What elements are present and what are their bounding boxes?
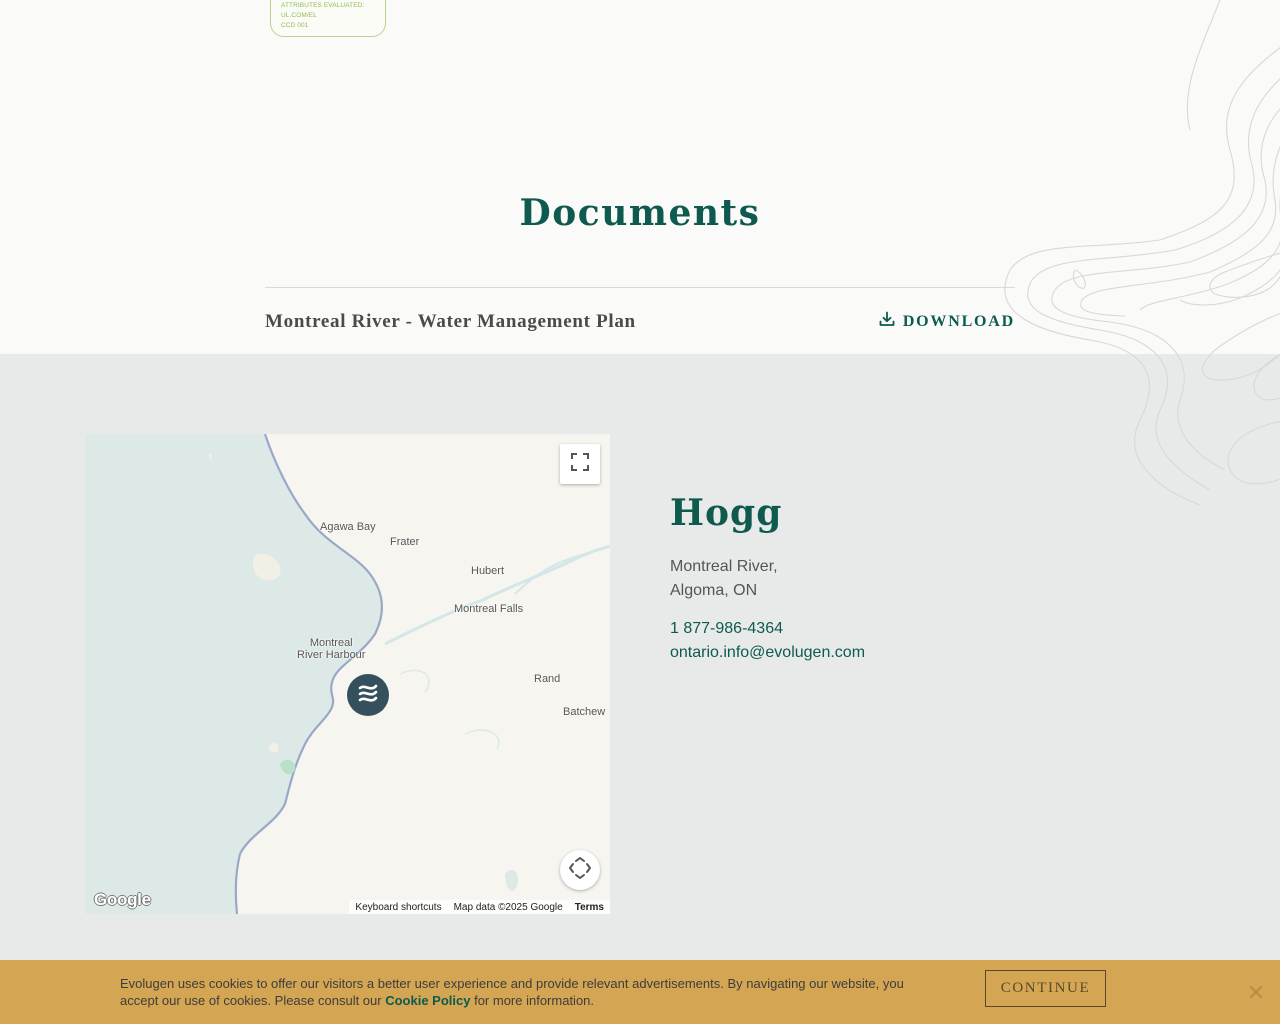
map-base [85,434,610,914]
map-label: Frater [390,536,420,548]
cookie-policy-link[interactable]: Cookie Policy [385,993,470,1008]
location-marker[interactable] [347,674,389,716]
cookie-banner: Evolugen uses cookies to offer our visit… [0,960,1280,1024]
phone-link[interactable]: 1 877-986-4364 [670,620,783,638]
cookie-text-end: for more information. [470,993,595,1008]
continue-button[interactable]: CONTINUE [985,970,1106,1007]
map-data-text: Map data ©2025 Google [453,901,563,913]
map[interactable]: Agawa Bay Frater Hubert Montreal Falls M… [85,434,610,914]
google-logo: Google [94,890,151,909]
download-icon [879,311,895,332]
location-address: Montreal River, Algoma, ON [670,555,778,603]
map-fullscreen-button[interactable] [560,444,600,484]
download-label: DOWNLOAD [902,312,1015,330]
map-attribution: Keyboard shortcuts Map data ©2025 Google… [349,900,610,914]
close-icon[interactable] [1247,983,1265,1001]
cookie-message: Evolugen uses cookies to offer our visit… [120,975,920,1009]
terms-link[interactable]: Terms [575,902,604,913]
map-label: Hubert [471,565,505,577]
documents-section: ATTRIBUTES EVALUATED: UL.COM/EL CCD 001 … [0,0,1280,354]
contact-section: Agawa Bay Frater Hubert Montreal Falls M… [0,354,1280,960]
documents-title: Documents [519,192,761,234]
address-line: Algoma, ON [670,582,758,599]
email-link[interactable]: ontario.info@evolugen.com [670,644,865,662]
location-name: Hogg [670,492,783,534]
map-label: Montreal River Harbour [297,637,366,661]
map-label: Batchew [563,706,606,718]
cert-line: ATTRIBUTES EVALUATED: [281,2,365,9]
waves-icon [357,683,379,708]
document-row: Montreal River - Water Management Plan D… [265,287,1015,354]
keyboard-shortcuts-link[interactable]: Keyboard shortcuts [355,902,441,913]
map-label: Agawa Bay [320,521,376,533]
map-label: Montreal Falls [454,603,524,615]
certification-badge: ATTRIBUTES EVALUATED: UL.COM/EL CCD 001 [270,0,386,37]
address-line: Montreal River, [670,558,778,575]
document-name: Montreal River - Water Management Plan [265,311,636,332]
map-label: Rand [534,673,561,685]
map-camera-control[interactable] [560,850,600,890]
cert-line: UL.COM/EL [281,12,317,19]
pan-arrows-icon [568,856,592,885]
fullscreen-icon [571,452,589,476]
download-button[interactable]: DOWNLOAD [879,311,1015,332]
cert-line: CCD 001 [281,22,309,29]
